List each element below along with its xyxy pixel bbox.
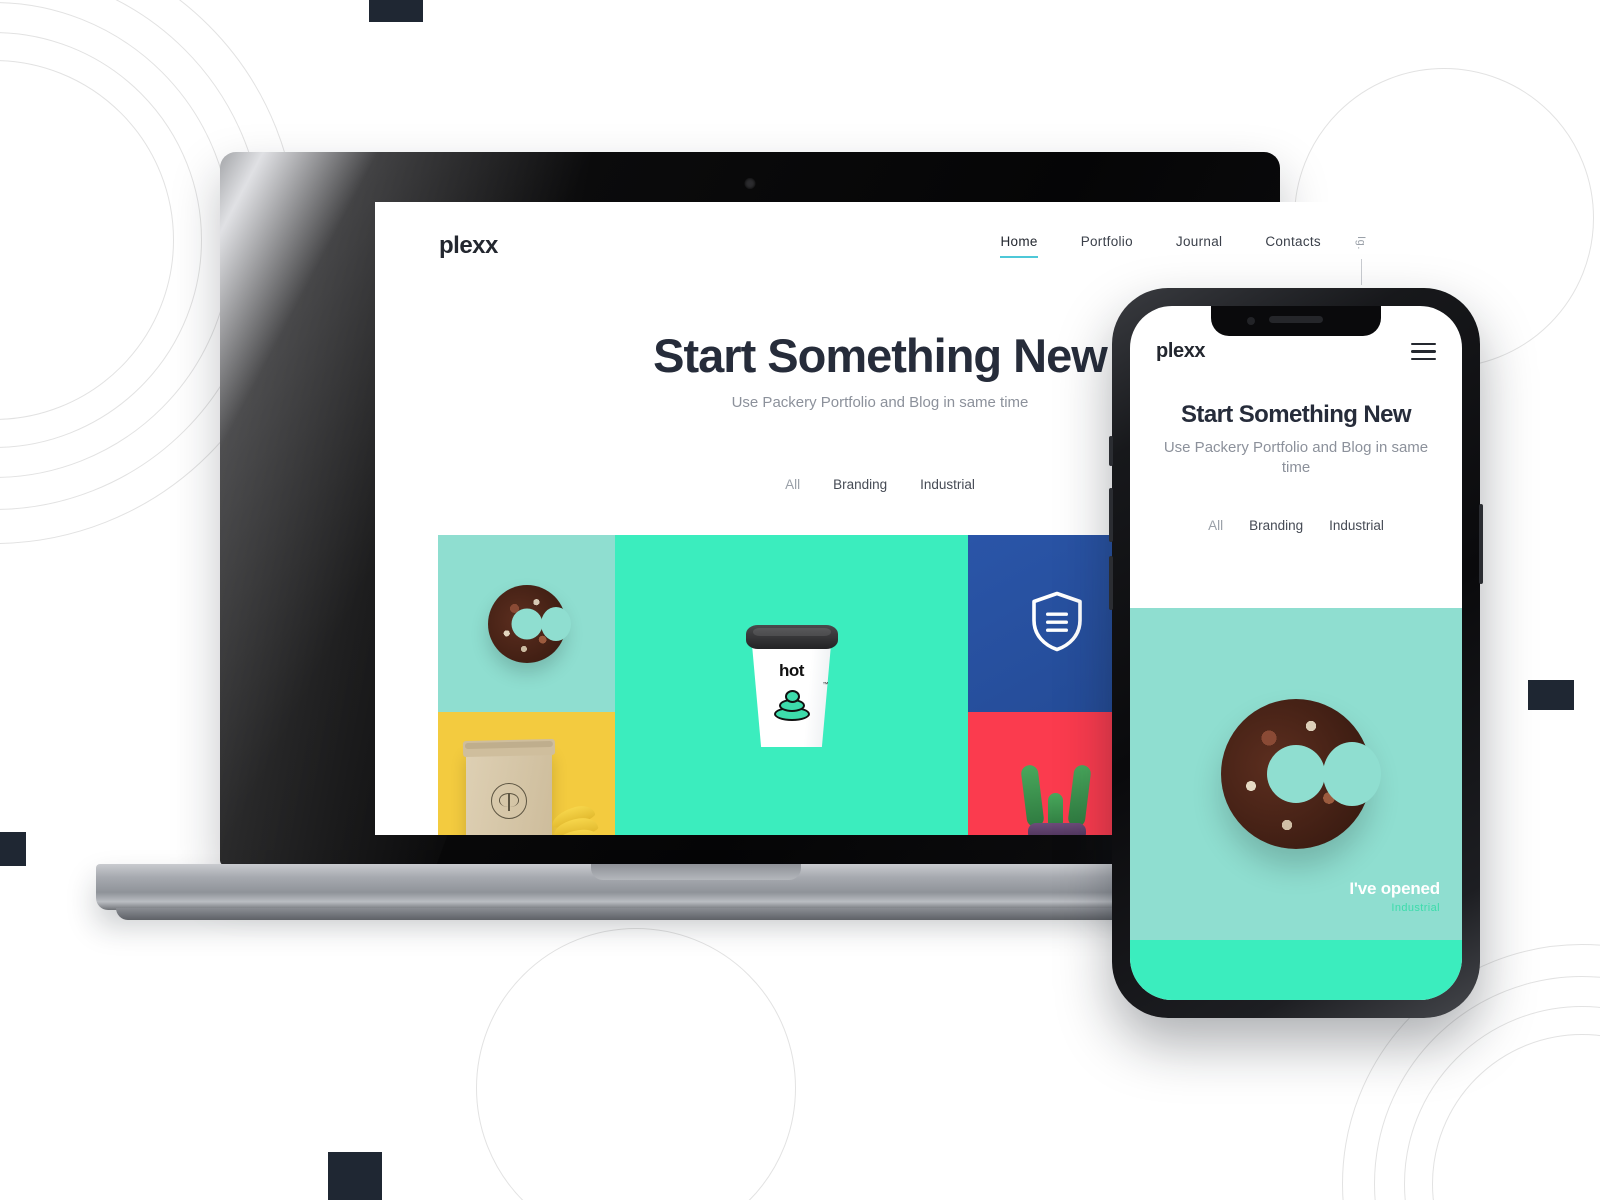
accent-square <box>1528 680 1574 710</box>
phone-power-button[interactable] <box>1479 504 1483 584</box>
front-camera-icon <box>1247 317 1255 325</box>
phone-logo[interactable]: plexx <box>1156 340 1206 363</box>
ring-decoration <box>476 928 796 1200</box>
mockup-scene: plexx Home Portfolio Journal Contacts Ig… <box>0 0 1600 1200</box>
filter-industrial[interactable]: Industrial <box>920 477 975 492</box>
laptop-base-notch <box>591 864 801 880</box>
phone-filter-industrial[interactable]: Industrial <box>1329 518 1384 533</box>
nav-item-journal[interactable]: Journal <box>1176 234 1222 258</box>
cactus-icon <box>1014 759 1100 835</box>
site-header: plexx Home Portfolio Journal Contacts <box>375 202 1385 260</box>
phone-volume-down-button[interactable] <box>1109 556 1113 610</box>
phone-card-title: I've opened <box>1349 879 1440 898</box>
shield-icon <box>1030 590 1084 657</box>
portfolio-tile-donut[interactable] <box>438 535 615 712</box>
laptop-base-foot <box>116 908 1276 920</box>
phone-page-subtitle: Use Packery Portfolio and Blog in same t… <box>1163 439 1429 476</box>
phone-portfolio-filters: All Branding Industrial <box>1130 518 1462 533</box>
phone-next-card[interactable] <box>1130 940 1462 1000</box>
cup-lid <box>745 625 838 649</box>
portfolio-tile-coffee-cup[interactable]: hot ™ <box>615 535 968 835</box>
nav-item-contacts[interactable]: Contacts <box>1265 234 1321 258</box>
phone-filter-all[interactable]: All <box>1208 518 1223 533</box>
bananas-icon <box>549 793 605 835</box>
phone-hero-section: Start Something New Use Packery Portfoli… <box>1130 401 1462 478</box>
social-link-instagram[interactable]: Ig. <box>1355 236 1367 250</box>
accent-square <box>0 832 26 866</box>
earpiece-speaker <box>1269 316 1323 323</box>
laptop-webcam-icon <box>744 178 756 189</box>
phone-page-title: Start Something New <box>1181 401 1412 428</box>
phone-portfolio-card[interactable]: I've opened Industrial <box>1130 608 1462 940</box>
cup-wordmark: hot <box>779 661 804 680</box>
donut-icon <box>487 584 571 663</box>
phone-mockup: plexx Start Something New Use Packery Po… <box>1109 288 1483 1018</box>
accent-square <box>328 1152 382 1200</box>
hamburger-menu-icon[interactable] <box>1411 342 1436 361</box>
bag-seal <box>464 740 553 750</box>
paper-bag-icon: The food field <box>462 738 556 835</box>
donut-bite <box>540 606 571 641</box>
phone-card-caption: I've opened Industrial <box>1349 879 1440 914</box>
filter-all[interactable]: All <box>785 477 800 492</box>
phone-filter-branding[interactable]: Branding <box>1249 518 1303 533</box>
phone-screen: plexx Start Something New Use Packery Po… <box>1130 306 1462 1000</box>
donut-bite <box>1323 742 1381 806</box>
phone-body: plexx Start Something New Use Packery Po… <box>1109 288 1483 1018</box>
trademark-mark: ™ <box>822 682 829 688</box>
donut-icon <box>1221 699 1381 849</box>
portfolio-tile-food-bag[interactable]: The food field <box>438 712 615 835</box>
filter-branding[interactable]: Branding <box>833 477 887 492</box>
phone-notch <box>1211 306 1381 336</box>
nav-item-portfolio[interactable]: Portfolio <box>1081 234 1133 258</box>
main-nav: Home Portfolio Journal Contacts <box>1000 234 1321 258</box>
bag-logo-icon <box>491 783 527 819</box>
rail-divider <box>1360 259 1362 286</box>
swirl-icon <box>772 687 812 721</box>
coffee-cup-icon: hot ™ <box>745 621 838 749</box>
nav-item-home[interactable]: Home <box>1000 234 1038 258</box>
bag-fold <box>462 738 556 758</box>
site-logo[interactable]: plexx <box>439 232 498 260</box>
phone-volume-up-button[interactable] <box>1109 488 1113 542</box>
cactus-pot <box>1027 823 1086 835</box>
ring-decoration <box>1404 1006 1600 1200</box>
accent-square <box>369 0 423 22</box>
ring-decoration <box>1432 1034 1600 1200</box>
phone-mute-switch[interactable] <box>1109 436 1113 466</box>
phone-card-category: Industrial <box>1391 902 1440 914</box>
